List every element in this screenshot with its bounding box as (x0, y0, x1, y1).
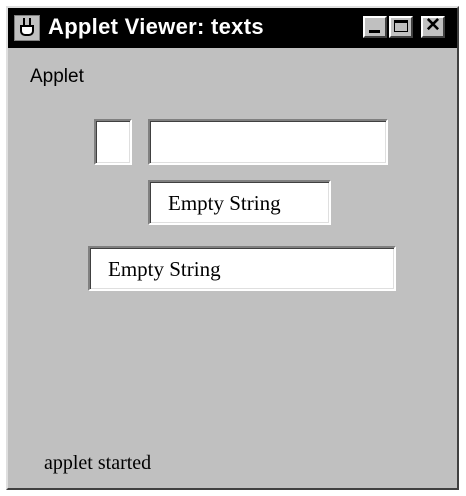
window-title: Applet Viewer: texts (48, 14, 264, 39)
text-field-small[interactable] (94, 119, 132, 165)
maximize-icon (394, 20, 408, 32)
close-button[interactable]: ✕ (421, 15, 445, 38)
applet-viewer-window: Applet Viewer: texts ✕ Applet Empty Stri… (6, 6, 459, 490)
close-icon: ✕ (425, 15, 441, 36)
minimize-button[interactable] (363, 16, 387, 38)
applet-menu[interactable]: Applet (30, 66, 84, 88)
title-bar[interactable]: Applet Viewer: texts ✕ (8, 8, 457, 48)
java-cup-icon[interactable] (14, 15, 40, 41)
text-field-empty-string-long[interactable]: Empty String (88, 246, 396, 291)
text-field-empty-string-short[interactable]: Empty String (148, 180, 331, 225)
status-bar-text: applet started (44, 452, 152, 474)
maximize-button[interactable] (389, 16, 413, 38)
text-field-wide[interactable] (148, 119, 388, 165)
minimize-icon (369, 30, 380, 33)
